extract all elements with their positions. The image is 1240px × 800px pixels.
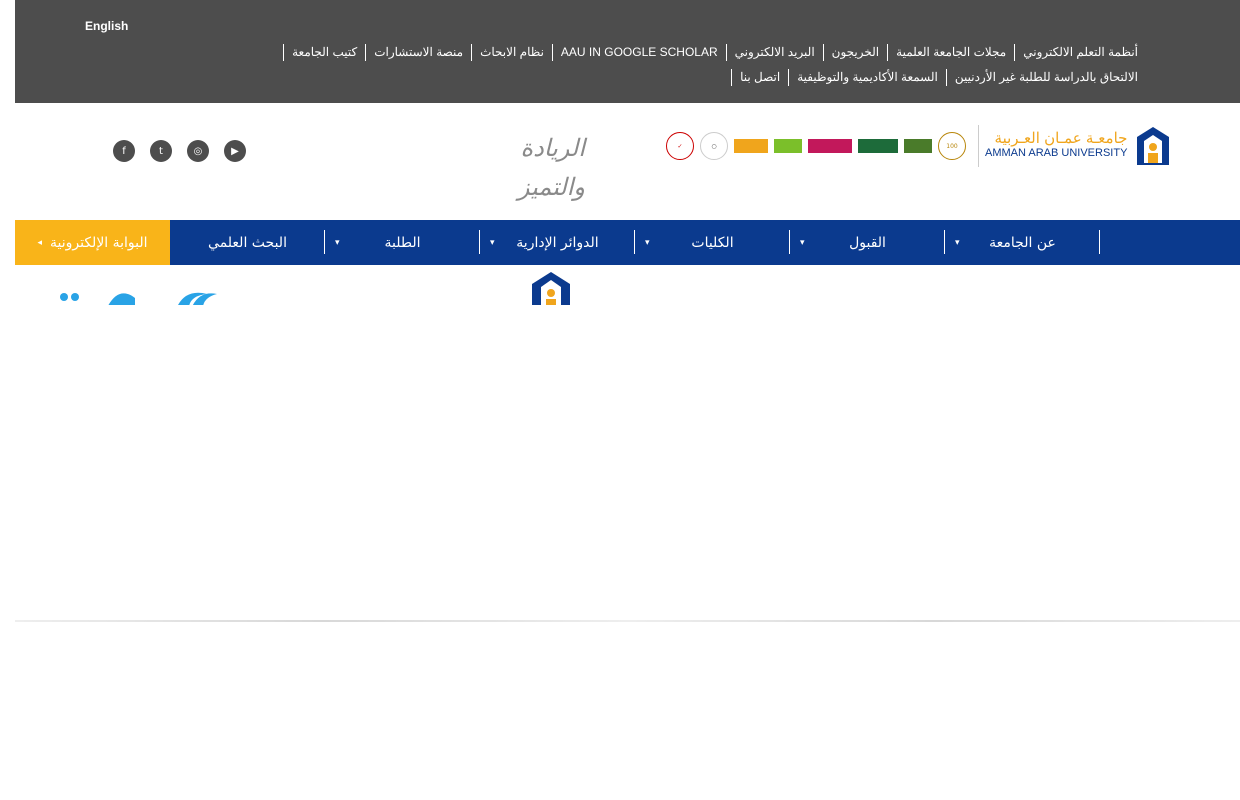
quality-badge-icon: ✓: [666, 132, 694, 160]
top-link-elearning[interactable]: أنظمة التعلم الالكتروني: [1014, 44, 1138, 61]
slogan-line1: الريادة: [520, 134, 585, 162]
quote-decoration-icon: [60, 292, 217, 305]
aacsb-icon: [858, 139, 898, 153]
top-link-international-students[interactable]: الالتحاق بالدراسة للطلبة غير الأردنيين: [945, 69, 1138, 86]
top-link-google-scholar[interactable]: AAU IN GOOGLE SCHOLAR: [551, 44, 726, 61]
university-rankings-icon: [734, 139, 768, 153]
chevron-icon: ◂: [37, 237, 42, 248]
accreditation-circle-icon: ○: [700, 132, 728, 160]
logo-english-text: AMMAN ARAB UNIVERSITY: [985, 147, 1128, 159]
top-bar: English أنظمة التعلم الالكتروني مجلات ال…: [15, 0, 1240, 103]
logo-arabic-text: جامعـة عمـان العـربية: [994, 130, 1128, 147]
portal-button[interactable]: ◂ البوابة الإلكترونية: [15, 220, 170, 265]
centennial-badge-icon: 100: [938, 132, 966, 160]
university-logo[interactable]: جامعـة عمـان العـربية AMMAN ARAB UNIVERS…: [978, 125, 1171, 167]
facebook-icon[interactable]: f: [113, 140, 135, 162]
top-link-journals[interactable]: مجلات الجامعة العلمية: [887, 44, 1014, 61]
university-emblem-icon: [532, 272, 570, 305]
top-link-handbook[interactable]: كتيب الجامعة: [283, 44, 365, 61]
main-nav: ◂ البوابة الإلكترونية البحث العلمي ▾ الطل…: [15, 220, 1240, 265]
language-switch-link[interactable]: English: [85, 19, 128, 33]
top-links-row2: الالتحاق بالدراسة للطلبة غير الأردنيين ا…: [238, 69, 1138, 86]
twitter-icon[interactable]: t: [150, 140, 172, 162]
top-link-alumni[interactable]: الخريجون: [822, 44, 887, 61]
slogan-line2: والتميز: [517, 173, 585, 201]
top-link-contact[interactable]: اتصل بنا: [731, 69, 788, 86]
instagram-icon[interactable]: ◎: [187, 140, 209, 162]
social-links: f t ◎ ▶: [113, 140, 246, 162]
nav-item-research[interactable]: البحث العلمي: [170, 220, 325, 265]
nav-item-students[interactable]: ▾ الطلبة: [325, 220, 480, 265]
ui-greenmetric-icon: [774, 139, 802, 153]
university-emblem-icon: [1137, 127, 1170, 165]
youtube-icon[interactable]: ▶: [224, 140, 246, 162]
top-links-row1: أنظمة التعلم الالكتروني مجلات الجامعة ال…: [238, 44, 1138, 61]
top-link-consulting[interactable]: منصة الاستشارات: [365, 44, 471, 61]
the-rankings-icon: [808, 139, 852, 153]
chevron-down-icon: ▾: [490, 237, 495, 248]
section-divider: [15, 620, 1240, 622]
chevron-down-icon: ▾: [800, 237, 805, 248]
csr-icon: [904, 139, 932, 153]
portal-label: البوابة الإلكترونية: [49, 234, 148, 251]
chevron-down-icon: ▾: [955, 237, 960, 248]
site-header: f t ◎ ▶ الريادة والتميز ✓ ○ 100 جامعـة ع…: [15, 103, 1240, 220]
nav-item-departments[interactable]: ▾ الدوائر الإدارية: [480, 220, 635, 265]
top-link-research-system[interactable]: نظام الابحاث: [471, 44, 552, 61]
nav-item-faculties[interactable]: ▾ الكليات: [635, 220, 790, 265]
top-link-reputation[interactable]: السمعة الأكاديمية والتوظيفية: [788, 69, 946, 86]
top-link-email[interactable]: البريد الالكتروني: [725, 44, 823, 61]
chevron-down-icon: ▾: [645, 237, 650, 248]
chevron-down-icon: ▾: [335, 237, 340, 248]
nav-item-about[interactable]: ▾ عن الجامعة: [945, 220, 1100, 265]
nav-item-admission[interactable]: ▾ القبول: [790, 220, 945, 265]
accreditation-logos: ✓ ○ 100 جامعـة عمـان العـربية AMMAN ARAB…: [666, 125, 1171, 167]
slogan: الريادة والتميز: [485, 129, 585, 207]
